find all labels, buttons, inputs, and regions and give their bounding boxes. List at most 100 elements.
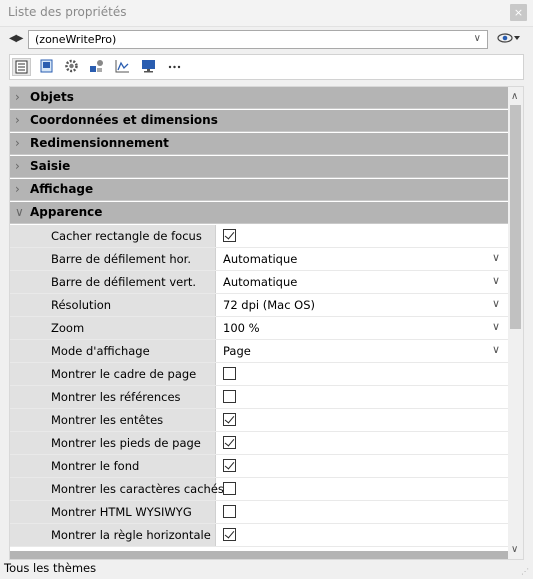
property-checkbox[interactable] xyxy=(223,413,236,426)
property-name-cell[interactable]: Montrer le fond xyxy=(10,455,216,477)
chevron-down-icon[interactable]: ∨ xyxy=(492,297,500,310)
property-value-cell[interactable]: 72 dpi (Mac OS) ∨ xyxy=(216,294,508,316)
category-row[interactable]: › Objets xyxy=(10,87,508,109)
property-name: Cacher rectangle de focus xyxy=(51,229,202,243)
property-row: Montrer le cadre de page xyxy=(10,363,508,386)
property-value-cell[interactable] xyxy=(216,225,508,247)
more-button[interactable] xyxy=(166,58,185,76)
status-text: Tous les thèmes xyxy=(4,561,97,575)
category-row[interactable]: › Saisie xyxy=(10,156,508,178)
monitor-icon xyxy=(142,60,155,73)
gear-icon xyxy=(65,59,78,73)
status-bar: Tous les thèmes ⋰ xyxy=(0,560,533,579)
chart-button[interactable] xyxy=(114,58,133,76)
category-row-expanded[interactable]: ∨ Apparence xyxy=(10,202,508,224)
object-select[interactable]: (zoneWritePro) ∨ xyxy=(28,30,488,49)
property-value-cell[interactable] xyxy=(216,455,508,477)
property-value-cell[interactable] xyxy=(216,409,508,431)
view-menu-button[interactable] xyxy=(497,31,527,49)
object-select-value: (zoneWritePro) xyxy=(35,33,117,46)
property-name-cell[interactable]: Zoom xyxy=(10,317,216,339)
property-name: Montrer les caractères cachés xyxy=(51,482,224,496)
property-name: Montrer le fond xyxy=(51,459,140,473)
property-row: Montrer HTML WYSIWYG xyxy=(10,501,508,524)
shapes-button[interactable] xyxy=(88,58,107,76)
property-name: Barre de défilement hor. xyxy=(51,252,191,266)
property-name-cell[interactable]: Barre de défilement hor. xyxy=(10,248,216,270)
property-row: Barre de défilement hor. Automatique ∨ xyxy=(10,248,508,271)
property-name-cell[interactable]: Montrer les références xyxy=(10,386,216,408)
property-row: Montrer la règle horizontale xyxy=(10,524,508,547)
property-name: Montrer la règle horizontale xyxy=(51,528,211,542)
property-checkbox[interactable] xyxy=(223,459,236,472)
property-row: Montrer les caractères cachés xyxy=(10,478,508,501)
property-value-cell[interactable] xyxy=(216,501,508,523)
property-name-cell[interactable]: Montrer la règle horizontale xyxy=(10,524,216,546)
close-icon: × xyxy=(513,6,524,19)
category-row[interactable]: › Coordonnées et dimensions xyxy=(10,110,508,132)
chevron-down-icon: ∨ xyxy=(15,205,24,219)
title-bar[interactable]: Liste des propriétés × xyxy=(0,0,533,27)
property-checkbox[interactable] xyxy=(223,528,236,541)
property-name-cell[interactable]: Barre de défilement vert. xyxy=(10,271,216,293)
property-name: Barre de défilement vert. xyxy=(51,275,197,289)
property-checkbox[interactable] xyxy=(223,482,236,495)
chevron-right-icon: › xyxy=(15,182,20,196)
gear-button[interactable] xyxy=(63,58,82,76)
more-icon xyxy=(168,65,181,69)
eye-icon xyxy=(497,33,520,43)
property-value-cell[interactable] xyxy=(216,478,508,500)
property-name-cell[interactable]: Montrer le cadre de page xyxy=(10,363,216,385)
property-value-cell[interactable] xyxy=(216,363,508,385)
property-checkbox[interactable] xyxy=(223,505,236,518)
category-row[interactable]: › Redimensionnement xyxy=(10,133,508,155)
property-name-cell[interactable]: Mode d'affichage xyxy=(10,340,216,362)
vertical-scrollbar[interactable]: ∧ ∨ xyxy=(508,87,523,559)
property-name-cell[interactable]: Montrer HTML WYSIWYG xyxy=(10,501,216,523)
property-value-cell[interactable]: 100 % ∨ xyxy=(216,317,508,339)
chevron-down-icon[interactable]: ∨ xyxy=(492,320,500,333)
property-row: Barre de défilement vert. Automatique ∨ xyxy=(10,271,508,294)
property-name-cell[interactable]: Montrer les pieds de page xyxy=(10,432,216,454)
property-row: Cacher rectangle de focus xyxy=(10,225,508,248)
property-row: Montrer les entêtes xyxy=(10,409,508,432)
nav-arrows-icon[interactable]: ◀▶ xyxy=(9,33,23,44)
property-checkbox[interactable] xyxy=(223,390,236,403)
property-value-cell[interactable]: Page ∨ xyxy=(216,340,508,362)
property-value: Automatique xyxy=(223,252,298,266)
property-value-cell[interactable]: Automatique ∨ xyxy=(216,248,508,270)
property-name: Montrer les pieds de page xyxy=(51,436,201,450)
property-value-cell[interactable] xyxy=(216,432,508,454)
property-name: Montrer le cadre de page xyxy=(51,367,197,381)
chevron-down-icon[interactable]: ∨ xyxy=(492,251,500,264)
scroll-down-icon[interactable]: ∨ xyxy=(511,544,518,555)
property-name: Résolution xyxy=(51,298,112,312)
property-value-cell[interactable] xyxy=(216,524,508,546)
property-grid: › Objets › Coordonnées et dimensions › Redime… xyxy=(9,86,524,560)
chevron-down-icon[interactable]: ∨ xyxy=(492,343,500,356)
scroll-thumb[interactable] xyxy=(510,105,521,329)
form-object-button[interactable] xyxy=(38,58,57,76)
property-name-cell[interactable]: Résolution xyxy=(10,294,216,316)
category-row[interactable]: › Affichage xyxy=(10,179,508,201)
list-view-button[interactable] xyxy=(12,58,31,76)
property-value-cell[interactable]: Automatique ∨ xyxy=(216,271,508,293)
resize-grip-icon[interactable]: ⋰ xyxy=(521,567,529,576)
property-value-cell[interactable] xyxy=(216,386,508,408)
property-name-cell[interactable]: Montrer les caractères cachés xyxy=(10,478,224,500)
property-name: Montrer les références xyxy=(51,390,181,404)
property-name-cell[interactable]: Montrer les entêtes xyxy=(10,409,216,431)
property-row: Zoom 100 % ∨ xyxy=(10,317,508,340)
chevron-down-icon[interactable]: ∨ xyxy=(492,274,500,287)
property-name-cell[interactable]: Cacher rectangle de focus xyxy=(10,225,216,247)
scroll-up-icon[interactable]: ∧ xyxy=(511,91,518,102)
property-checkbox[interactable] xyxy=(223,436,236,449)
object-selector-bar: ◀▶ (zoneWritePro) ∨ xyxy=(0,29,533,51)
monitor-button[interactable] xyxy=(140,58,159,76)
chevron-down-icon: ∨ xyxy=(473,33,481,44)
property-checkbox[interactable] xyxy=(223,367,236,380)
close-button[interactable]: × xyxy=(510,4,527,21)
property-checkbox[interactable] xyxy=(223,229,236,242)
property-name: Montrer les entêtes xyxy=(51,413,164,427)
chart-icon xyxy=(115,60,129,73)
